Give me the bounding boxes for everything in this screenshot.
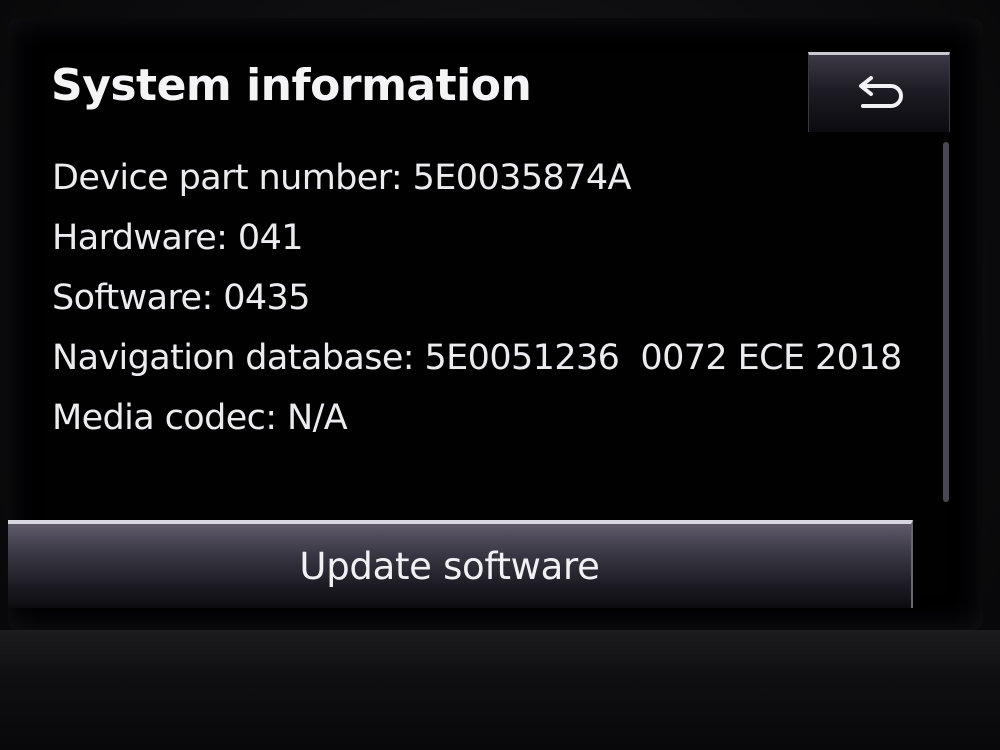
infotainment-screen: System information Device part number: 5…: [8, 18, 983, 630]
update-software-button[interactable]: Update software: [8, 520, 913, 608]
navigation-database: Navigation database: 5E0051236 0072 ECE …: [52, 338, 902, 378]
media-codec: Media codec: N/A: [52, 398, 348, 438]
back-button[interactable]: [808, 52, 950, 132]
return-arrow-icon: [859, 75, 903, 108]
update-software-label: Update software: [299, 544, 600, 588]
page-title: System information: [51, 60, 532, 111]
scroll-thumb[interactable]: [943, 142, 949, 502]
hardware-version: Hardware: 041: [52, 218, 304, 258]
scrollbar[interactable]: [943, 142, 949, 502]
device-bottom-trim: [0, 630, 1000, 750]
system-info-list: Device part number: 5E0035874A Hardware:…: [52, 148, 902, 448]
software-version: Software: 0435: [52, 278, 310, 318]
device-part-number: Device part number: 5E0035874A: [52, 158, 631, 198]
